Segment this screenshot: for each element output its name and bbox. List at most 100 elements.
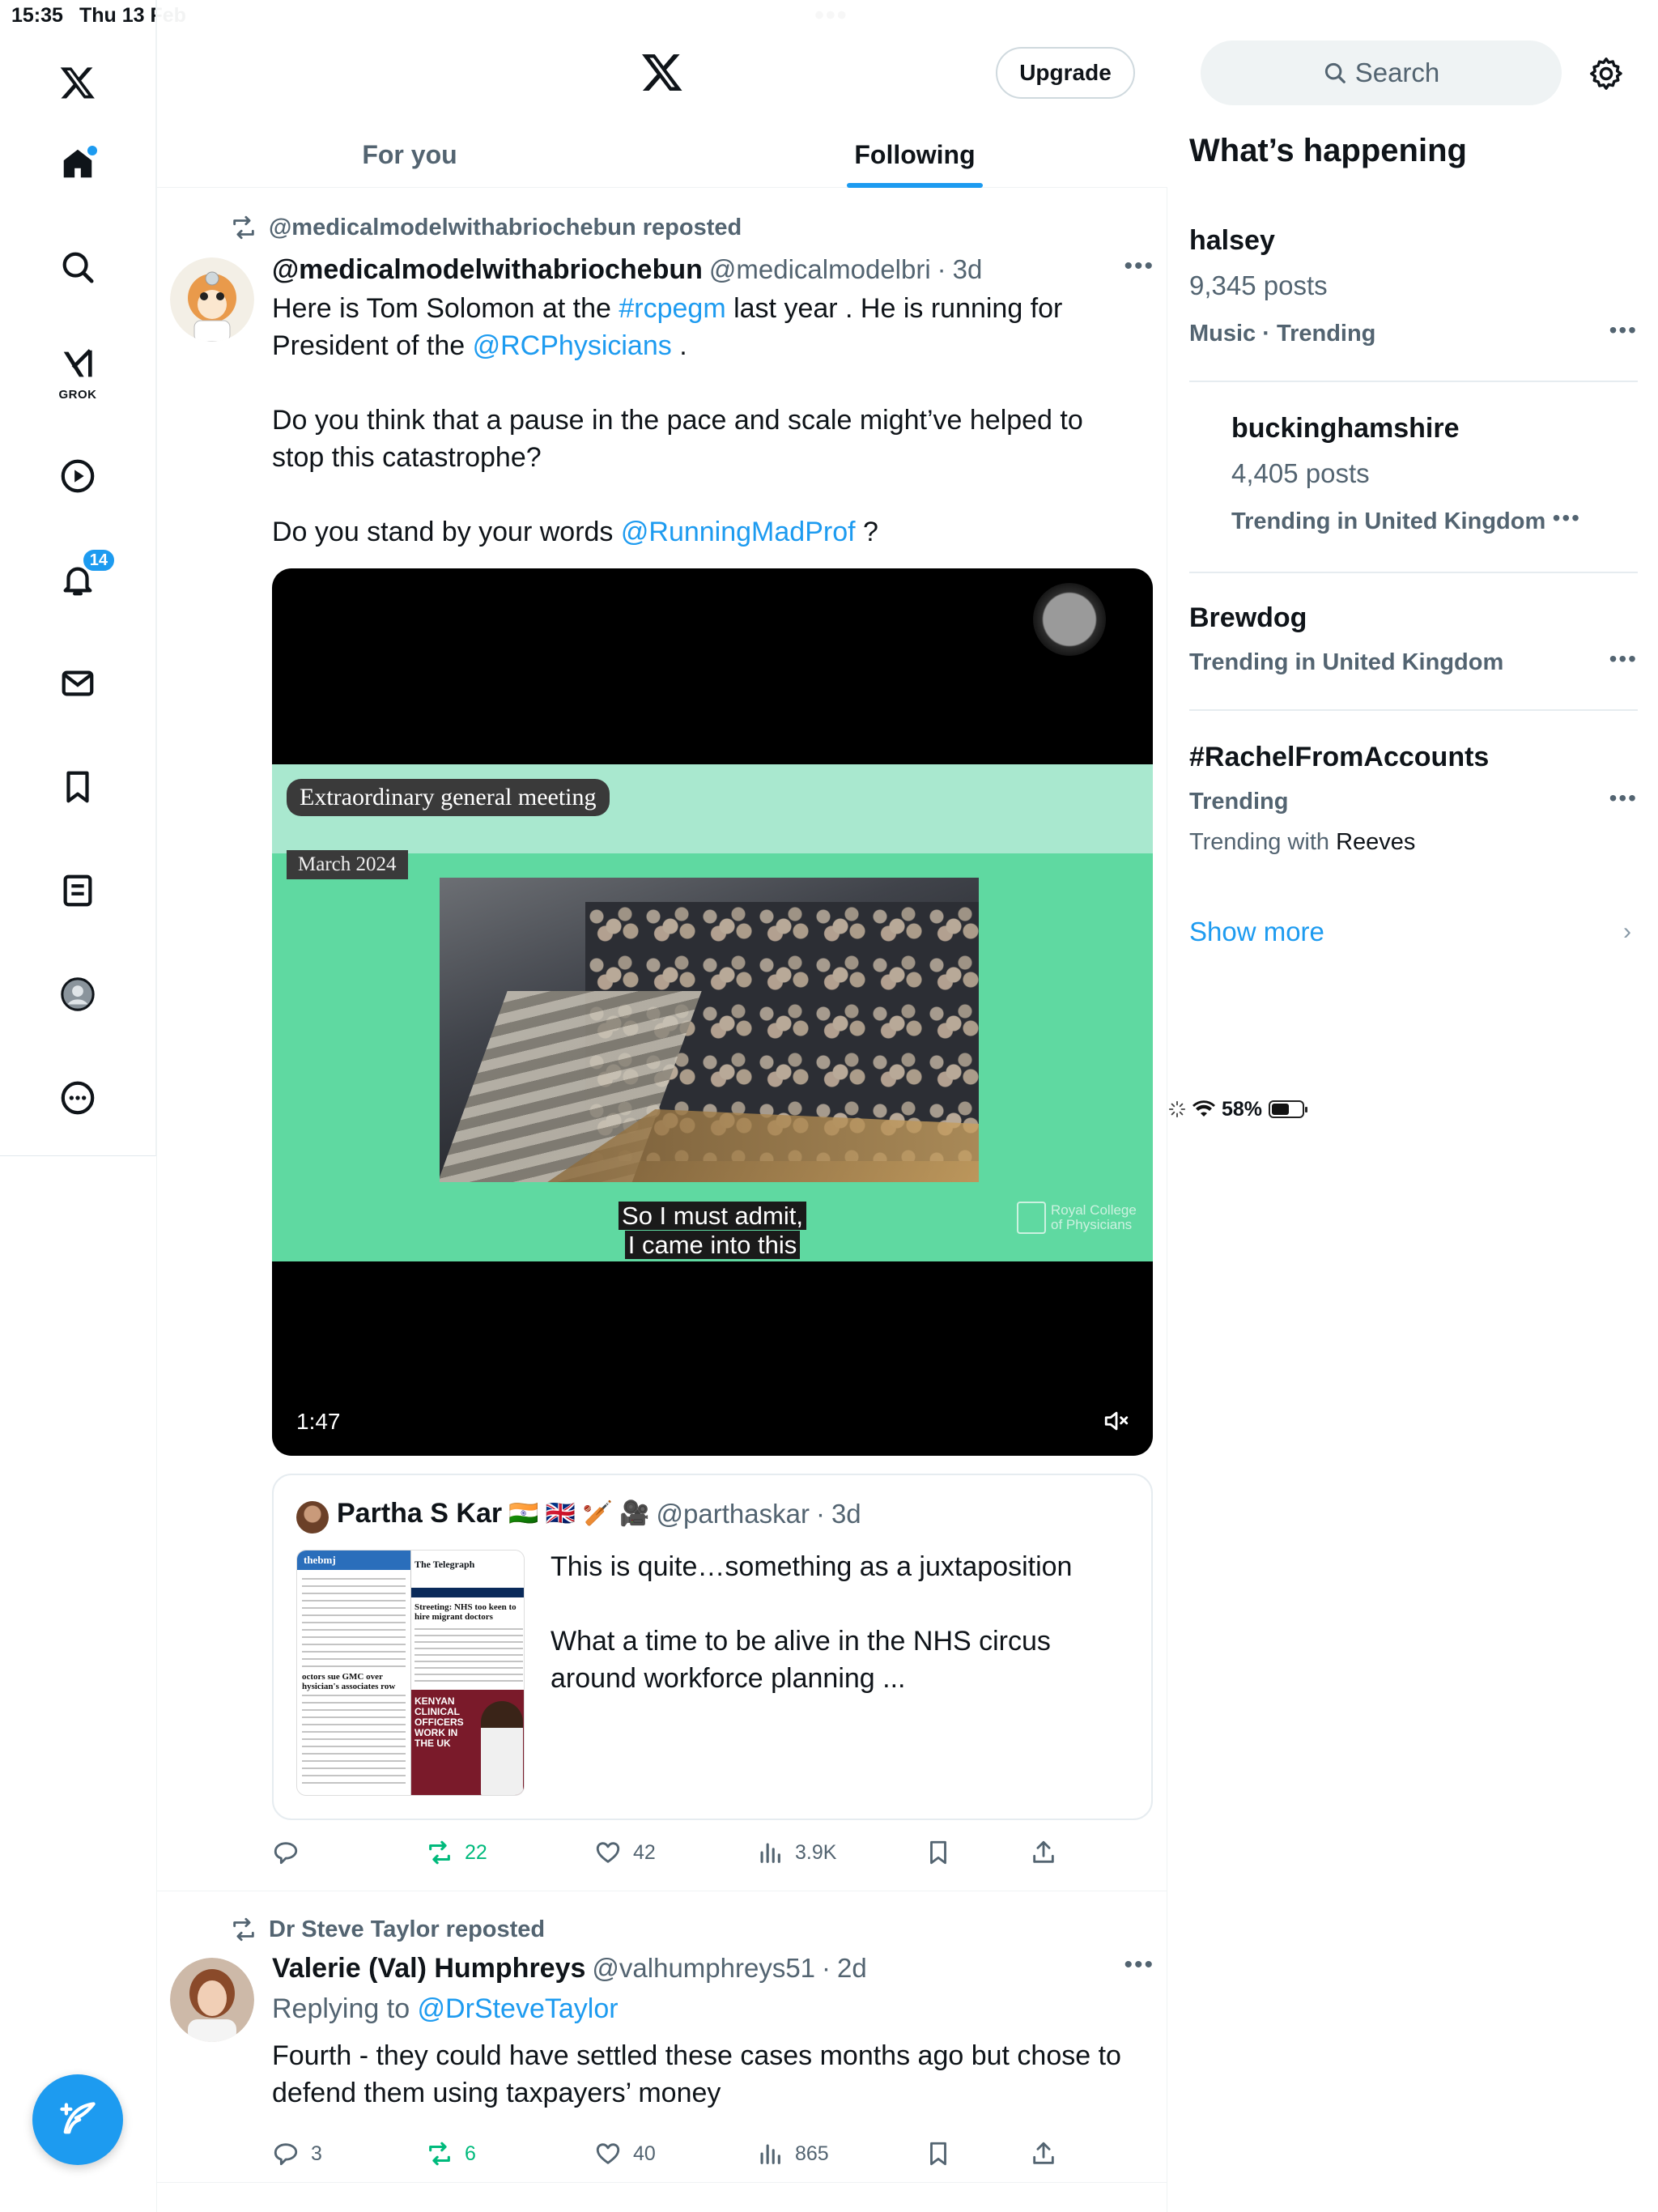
author-handle[interactable]: @valhumphreys51 (592, 1953, 815, 1984)
quoted-image[interactable]: thebmj octors sue GMC over hysician's as… (296, 1550, 525, 1796)
quoted-author-emoji: 🇮🇳 🇬🇧 🏏 🎥 (508, 1500, 650, 1527)
lists-icon[interactable] (53, 866, 102, 915)
bookmark-icon[interactable] (53, 763, 102, 811)
trend-item[interactable]: #RachelFromAccounts Trending ••• Trendin… (1189, 711, 1638, 881)
search-placeholder: Search (1354, 57, 1440, 87)
bookmark-button[interactable] (925, 2140, 952, 2167)
post-more-icon[interactable]: ••• (1124, 253, 1154, 280)
like-count: 40 (633, 2142, 656, 2165)
post-text-paragraph: Do you think that a pause in the pace an… (272, 405, 1083, 473)
rcp-logo: Royal College of Physicians (1017, 1202, 1137, 1234)
notifications-badge: 14 (80, 547, 117, 573)
trend-item[interactable]: buckinghamshire 4,405 posts Trending in … (1189, 382, 1638, 573)
trend-category: Trending in United Kingdom (1189, 649, 1504, 675)
trend-post-count: 9,345 posts (1189, 270, 1328, 300)
post-text-segment: . (671, 330, 687, 361)
repost-button[interactable]: 22 (426, 1839, 487, 1866)
like-button[interactable]: 42 (594, 1839, 656, 1866)
video-duration: 1:47 (296, 1409, 341, 1434)
show-more-link[interactable]: Show more (1189, 917, 1324, 947)
trend-more-icon[interactable]: ••• (1609, 785, 1638, 811)
video-overlay-circle (1033, 583, 1106, 656)
post-text: Here is Tom Solomon at the #rcpegm last … (272, 290, 1138, 551)
replying-to: Replying to @DrSteveTaylor (272, 1990, 1138, 2027)
quoted-author-handle[interactable]: @parthaskar (657, 1499, 810, 1529)
separator: · (815, 1498, 825, 1529)
share-button[interactable] (1030, 2140, 1057, 2167)
views-count: 3.9K (795, 1840, 837, 1864)
quoted-author-name[interactable]: Partha S Kar (337, 1498, 502, 1529)
reply-icon (274, 2143, 298, 2166)
telegraph-headline: Streeting: NHS too keen to hire migrant … (414, 1602, 517, 1622)
x-logo-icon[interactable] (53, 58, 102, 107)
quoted-post-time[interactable]: 3d (831, 1499, 861, 1529)
home-icon[interactable] (53, 139, 102, 188)
main-timeline: Upgrade For you Following @medicalmodelw… (157, 0, 1167, 2212)
quoted-post[interactable]: Partha S Kar 🇮🇳 🇬🇧 🏏 🎥 @parthaskar · 3d … (272, 1474, 1153, 1820)
telegraph-banner: KENYAN CLINICAL OFFICERS WORK IN THE UK (414, 1695, 464, 1749)
views-button[interactable]: 865 (756, 2140, 829, 2167)
bookmark-button[interactable] (925, 1839, 952, 1866)
profile-icon[interactable] (53, 970, 102, 1019)
author-handle[interactable]: @medicalmodelbri (709, 254, 931, 285)
bookmark-icon (930, 2142, 946, 2166)
right-sidebar: Search What’s happening halsey 9,345 pos… (1168, 0, 1658, 2212)
hashtag-link[interactable]: #rcpegm (619, 293, 725, 324)
mention-link[interactable]: @DrSteveTaylor (418, 1993, 619, 2024)
author-name[interactable]: @medicalmodelwithabriochebun (272, 254, 703, 286)
share-icon (1033, 2142, 1054, 2164)
mention-link[interactable]: @RunningMadProf (621, 517, 856, 547)
search-icon[interactable] (53, 243, 102, 291)
search-input[interactable]: Search (1201, 40, 1562, 105)
home-unread-dot (87, 146, 97, 155)
bell-icon[interactable]: 14 (53, 547, 117, 604)
reply-button[interactable]: 3 (272, 2140, 322, 2167)
tab-following[interactable]: Following (662, 121, 1167, 188)
compose-post-button[interactable] (32, 2074, 123, 2165)
trend-more-icon[interactable]: ••• (1609, 646, 1638, 672)
reposted-by[interactable]: @medicalmodelwithabriochebun reposted (269, 215, 742, 241)
rcp-shield-icon (1017, 1202, 1046, 1234)
tab-for-you[interactable]: For you (157, 121, 662, 188)
trend-item[interactable]: halsey 9,345 posts Music · Trending ••• (1189, 212, 1638, 382)
post-more-icon[interactable]: ••• (1124, 1951, 1154, 1979)
upgrade-button[interactable]: Upgrade (996, 47, 1135, 99)
heart-icon (596, 2143, 620, 2164)
trend-category: Music · Trending (1189, 321, 1376, 347)
trend-category: Trending in United Kingdom (1231, 508, 1546, 534)
chevron-right-icon[interactable]: › (1623, 918, 1631, 946)
video-player[interactable]: Extraordinary general meeting March 2024… (272, 568, 1153, 1456)
video-icon[interactable] (53, 452, 102, 500)
share-button[interactable] (1030, 1839, 1057, 1866)
mention-link[interactable]: @RCPhysicians (473, 330, 672, 361)
trend-more-icon[interactable]: ••• (1609, 317, 1638, 343)
author-name[interactable]: Valerie (Val) Humphreys (272, 1953, 585, 1984)
post-time[interactable]: 3d (953, 254, 983, 285)
like-count: 42 (633, 1840, 656, 1864)
views-icon (760, 2144, 780, 2164)
trend-post-count: 4,405 posts (1231, 458, 1370, 488)
views-button[interactable]: 3.9K (756, 1839, 836, 1866)
gear-icon[interactable] (1588, 55, 1625, 92)
repost-button[interactable]: 6 (426, 2140, 476, 2167)
x-logo-icon[interactable] (640, 50, 684, 94)
like-button[interactable]: 40 (594, 2140, 656, 2167)
more-icon[interactable] (53, 1074, 102, 1122)
trend-more-icon[interactable]: ••• (1553, 505, 1581, 531)
reply-icon (274, 1842, 298, 1865)
avatar[interactable] (170, 257, 254, 342)
post[interactable]: Dr Steve Taylor reposted Valerie (Val) H… (157, 1893, 1167, 2183)
mail-icon[interactable] (53, 659, 102, 708)
quoted-avatar[interactable] (296, 1501, 329, 1534)
post-actions (272, 1895, 1082, 1927)
trend-title: Brewdog (1189, 602, 1307, 633)
post-text-segment: ? (855, 517, 878, 547)
grok-icon[interactable]: GROK (53, 340, 102, 402)
post-time[interactable]: 2d (837, 1953, 867, 1984)
trend-item[interactable]: Brewdog Trending in United Kingdom ••• (1189, 573, 1638, 711)
mute-icon[interactable] (1103, 1407, 1130, 1435)
reply-button[interactable] (272, 1839, 311, 1866)
repost-count: 6 (465, 2142, 476, 2165)
avatar[interactable] (170, 1958, 254, 2042)
post[interactable]: @medicalmodelwithabriochebun reposted @m… (157, 189, 1167, 1891)
